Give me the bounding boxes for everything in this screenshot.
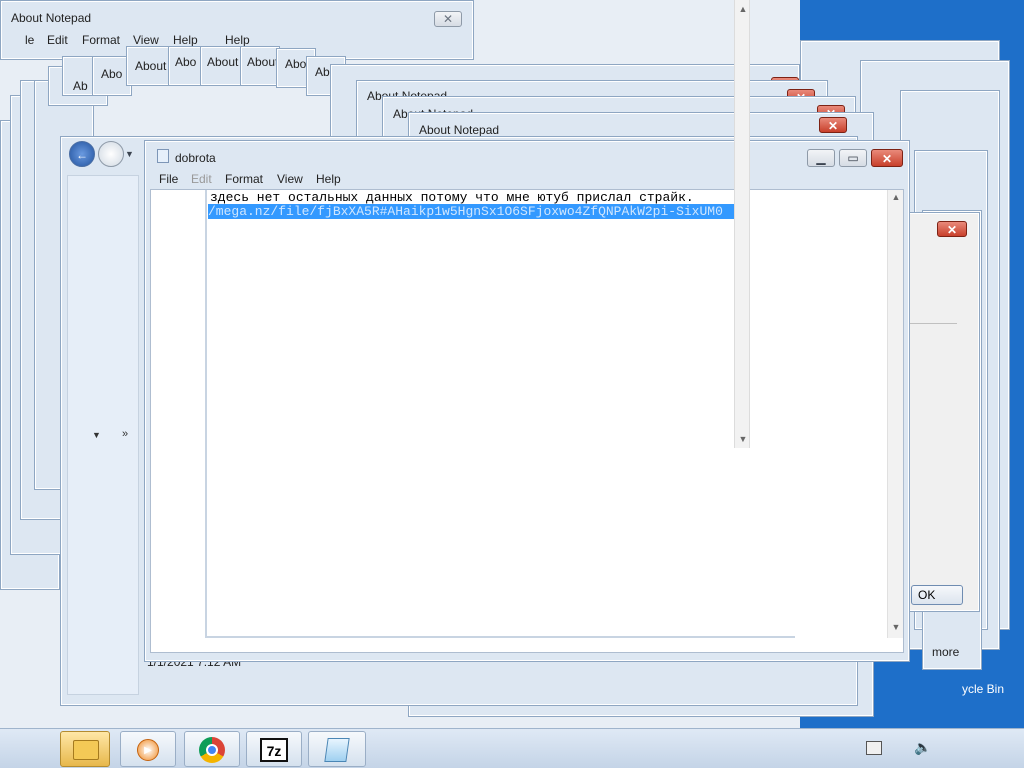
window-title: Abo	[175, 55, 197, 69]
recycle-bin-label[interactable]: ycle Bin	[962, 682, 1004, 696]
ok-button[interactable]: OK	[911, 585, 963, 605]
scroll-down-icon[interactable]: ▼	[888, 622, 904, 632]
text-line-1: здесь нет остальных данных потому что мн…	[210, 190, 694, 205]
menu-help[interactable]: Help	[173, 33, 198, 47]
taskbar-explorer-button[interactable]	[60, 731, 110, 767]
window-title: About	[135, 59, 167, 73]
chevron-down-icon[interactable]: ▼	[125, 149, 134, 159]
taskbar-media-player-button[interactable]: ▶	[120, 731, 176, 767]
scroll-down-icon[interactable]: ▼	[735, 434, 751, 444]
divider	[907, 323, 957, 324]
window-title: Abo	[285, 57, 307, 71]
window-title: Ab	[315, 65, 330, 79]
notepad-icon	[324, 738, 350, 762]
folder-icon	[73, 740, 99, 760]
window-title: Ab	[73, 79, 88, 93]
window-title: About	[207, 55, 239, 69]
menu-help[interactable]: Help	[225, 33, 250, 47]
close-button[interactable]: ✕	[434, 11, 462, 27]
maximize-button[interactable]: ▭	[839, 149, 867, 167]
taskbar-notepad-button[interactable]	[308, 731, 366, 767]
forward-icon[interactable]	[98, 141, 124, 167]
taskbar: ▶ 7z 🔈	[0, 728, 1024, 768]
vertical-scrollbar[interactable]: ▲ ▼	[734, 0, 750, 448]
menu-bar: File Edit Format View Help	[150, 170, 856, 188]
menu-view[interactable]: View	[133, 33, 159, 47]
menu-view[interactable]: View	[277, 172, 303, 186]
chrome-icon	[199, 737, 225, 763]
menu-format[interactable]: Format	[225, 172, 263, 186]
minimize-button[interactable]: ▁	[807, 149, 835, 167]
window-title: About Notepad	[11, 11, 92, 25]
back-icon[interactable]: ←	[69, 141, 95, 167]
menu-file[interactable]: le	[25, 33, 34, 47]
taskbar-chrome-button[interactable]	[184, 731, 240, 767]
window-title: dobrota	[175, 151, 216, 165]
window-title: About Notepad	[419, 123, 500, 137]
about-window: About	[240, 46, 280, 86]
volume-icon[interactable]: 🔈	[914, 739, 931, 756]
close-button[interactable]: ✕	[871, 149, 903, 167]
network-icon[interactable]	[866, 741, 882, 755]
menu-edit[interactable]: Edit	[47, 33, 68, 47]
close-button[interactable]: ✕	[937, 221, 967, 237]
sidebar: ▼ »	[67, 175, 139, 695]
text-line-2-selected: /mega.nz/file/fjBxXA5R#AHaikp1w5HgnSx1O6…	[208, 204, 734, 219]
scroll-up-icon[interactable]: ▲	[735, 4, 751, 14]
window-title: About	[247, 55, 279, 69]
close-button[interactable]: ✕	[819, 117, 847, 133]
menu-edit[interactable]: Edit	[191, 172, 212, 186]
about-window: About	[200, 46, 244, 86]
inner-editor-frame	[205, 190, 795, 638]
scroll-up-icon[interactable]: ▲	[888, 192, 904, 202]
media-player-icon: ▶	[137, 739, 159, 761]
7zip-icon: 7z	[260, 738, 288, 762]
about-window: Abo	[168, 46, 202, 86]
text-more: more	[932, 645, 960, 659]
menu-file[interactable]: File	[159, 172, 178, 186]
notepad-app-icon	[157, 149, 169, 163]
sidebar-more-icon[interactable]: »	[122, 428, 128, 440]
vertical-scrollbar[interactable]: ▲ ▼	[887, 190, 903, 638]
window-title: Abo	[101, 67, 123, 81]
taskbar-7zip-button[interactable]: 7z	[246, 731, 302, 767]
about-dialog: ✕ OK	[906, 212, 980, 612]
menu-help[interactable]: Help	[316, 172, 341, 186]
sidebar-chevron-down-icon[interactable]: ▼	[92, 430, 101, 440]
menu-format[interactable]: Format	[82, 33, 120, 47]
